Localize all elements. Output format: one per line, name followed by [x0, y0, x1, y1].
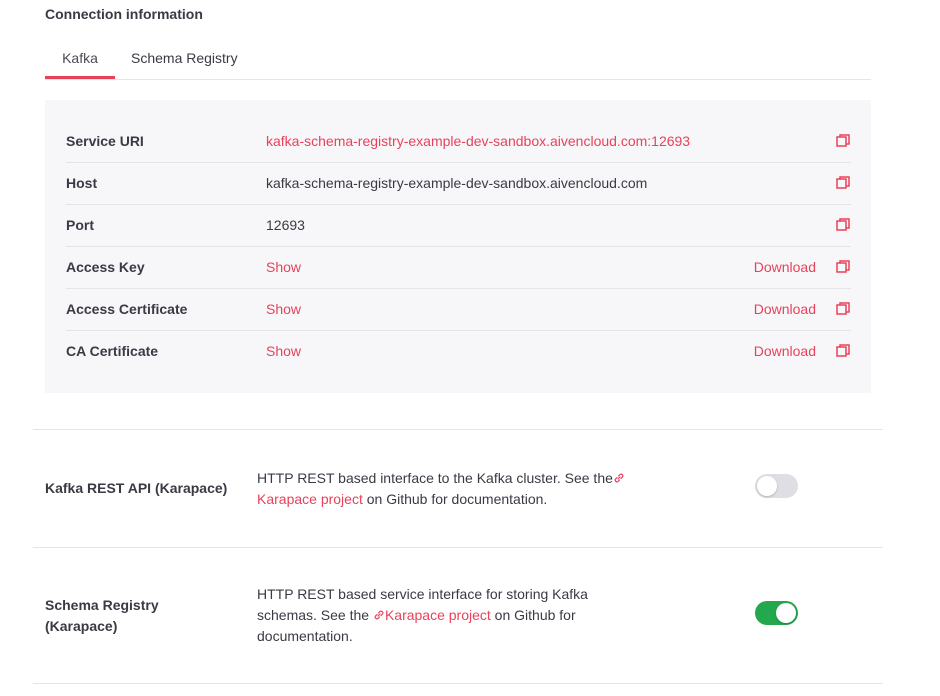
row-label: Access Certificate [66, 301, 188, 317]
rest-api-toggle[interactable] [755, 474, 798, 498]
host-value: kafka-schema-registry-example-dev-sandbo… [266, 175, 648, 191]
schema-registry-toggle[interactable] [755, 601, 798, 625]
feature-desc-schema-registry: HTTP REST based service interface for st… [257, 584, 637, 647]
copy-icon[interactable] [835, 175, 851, 191]
karapace-project-link[interactable]: Karapace project [257, 491, 363, 507]
link-icon [374, 610, 384, 620]
active-tab-indicator [45, 76, 115, 79]
toggle-knob [776, 603, 796, 623]
row-label: CA Certificate [66, 343, 159, 359]
row-access-certificate: Access Certificate Show Download [66, 288, 851, 331]
row-host: Host kafka-schema-registry-example-dev-s… [66, 162, 851, 205]
desc-text: HTTP REST based interface to the Kafka c… [257, 470, 613, 486]
row-port: Port 12693 [66, 204, 851, 247]
tab-kafka-label: Kafka [62, 50, 98, 66]
download-access-certificate-link[interactable]: Download [754, 288, 816, 330]
divider [33, 683, 883, 684]
show-ca-certificate-link[interactable]: Show [266, 330, 301, 372]
feature-desc-rest-api: HTTP REST based interface to the Kafka c… [257, 468, 657, 510]
row-ca-certificate: CA Certificate Show Download [66, 330, 851, 372]
karapace-project-link[interactable]: Karapace project [385, 607, 491, 623]
divider [33, 547, 883, 548]
tab-kafka[interactable]: Kafka [45, 44, 115, 79]
copy-icon[interactable] [835, 217, 851, 233]
feature-name-rest-api: Kafka REST API (Karapace) [45, 480, 228, 496]
download-access-key-link[interactable]: Download [754, 246, 816, 288]
copy-icon[interactable] [835, 133, 851, 149]
copy-icon[interactable] [835, 343, 851, 359]
service-uri-link[interactable]: kafka-schema-registry-example-dev-sandbo… [266, 120, 690, 162]
download-ca-certificate-link[interactable]: Download [754, 330, 816, 372]
copy-icon[interactable] [835, 301, 851, 317]
copy-icon[interactable] [835, 259, 851, 275]
row-label: Service URI [66, 133, 144, 149]
connection-tabs: Kafka Schema Registry [45, 44, 871, 80]
connection-panel: Service URI kafka-schema-registry-exampl… [45, 100, 871, 393]
tab-schema-registry-label: Schema Registry [131, 50, 238, 66]
row-label: Access Key [66, 259, 145, 275]
show-access-certificate-link[interactable]: Show [266, 288, 301, 330]
feature-name-schema-registry: Schema Registry (Karapace) [45, 597, 159, 634]
row-label: Host [66, 175, 98, 191]
row-label: Port [66, 217, 94, 233]
desc-text: on Github for documentation. [362, 491, 548, 507]
row-access-key: Access Key Show Download [66, 246, 851, 289]
tab-schema-registry[interactable]: Schema Registry [131, 44, 251, 78]
toggle-knob [757, 476, 777, 496]
link-icon [614, 473, 624, 483]
show-access-key-link[interactable]: Show [266, 246, 301, 288]
port-value: 12693 [266, 217, 305, 233]
row-service-uri: Service URI kafka-schema-registry-exampl… [66, 120, 851, 163]
section-title: Connection information [45, 6, 203, 22]
divider [33, 429, 883, 430]
